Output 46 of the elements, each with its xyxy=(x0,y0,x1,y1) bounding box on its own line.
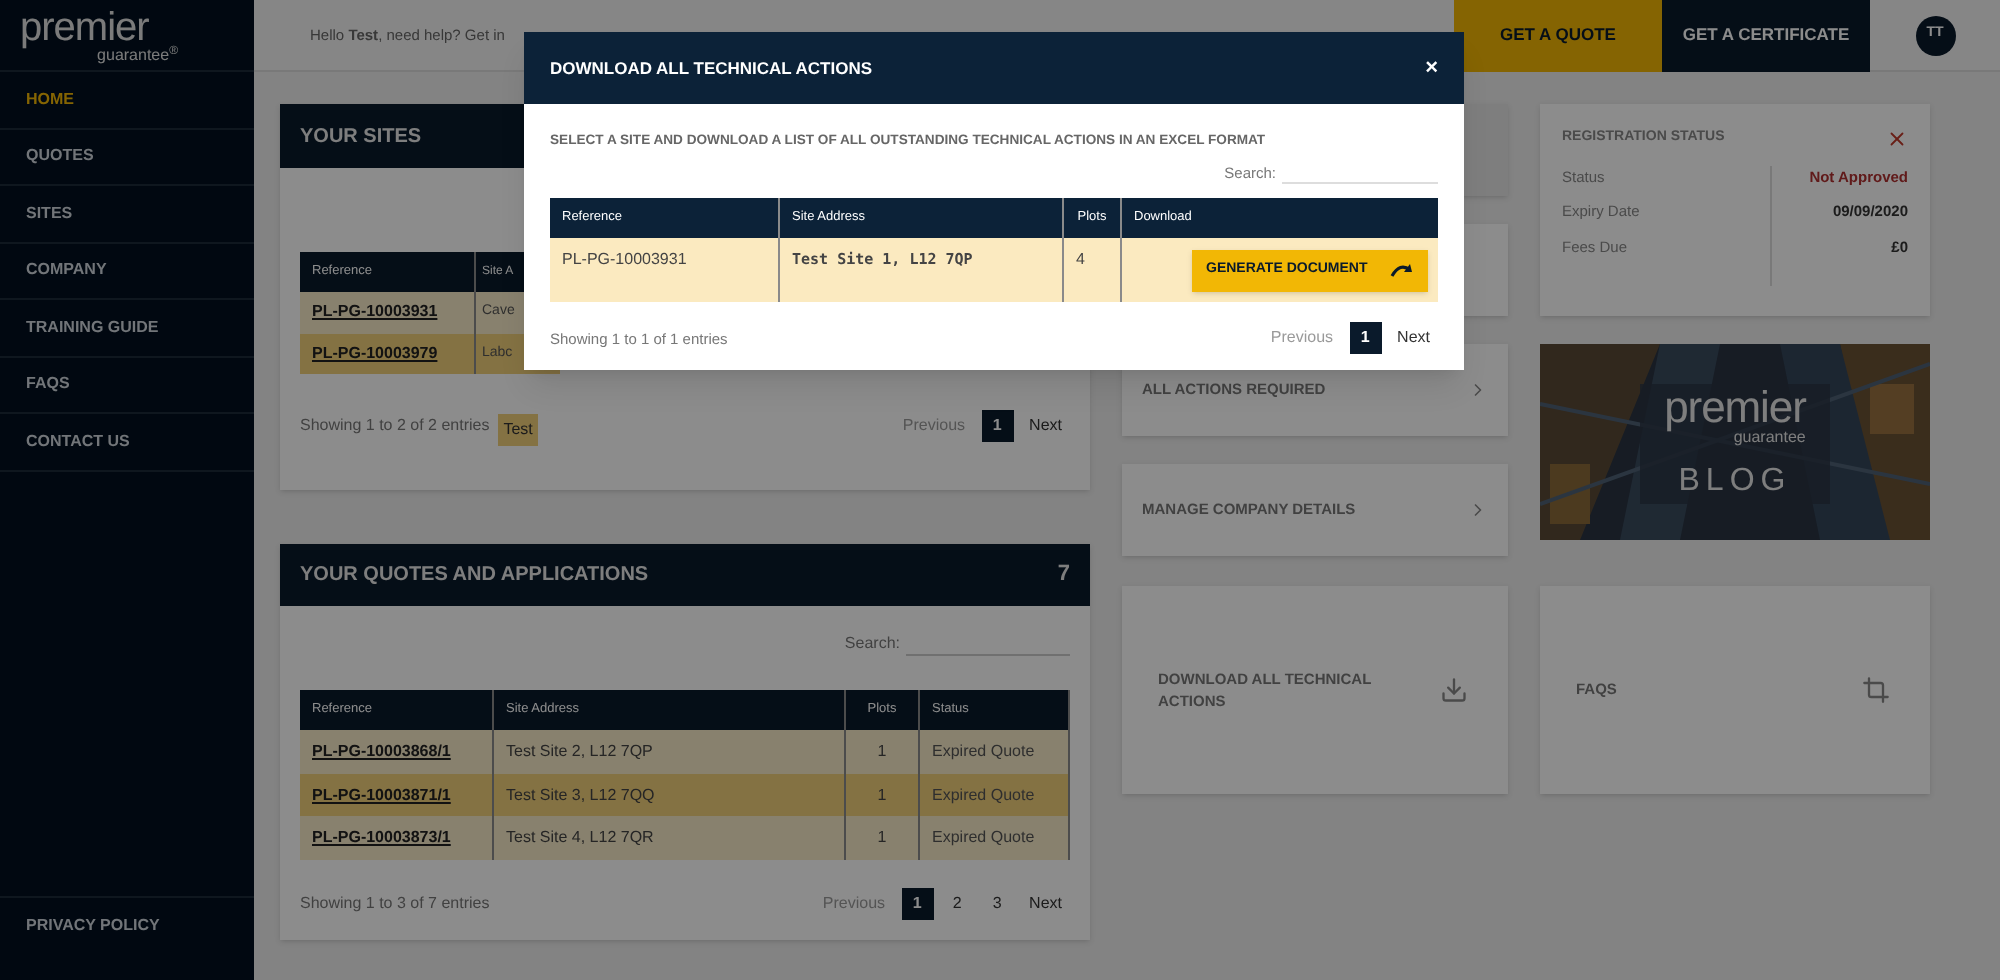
sidebar-item[interactable]: CONTACT US xyxy=(0,414,254,471)
card-title: YOUR SITES xyxy=(300,123,422,151)
header-button[interactable]: GET A QUOTE xyxy=(1454,0,1662,71)
entries-info: Showing 1 to 3 of 7 entries xyxy=(300,892,490,917)
sidebar-item[interactable]: PRIVACY POLICY xyxy=(0,896,254,952)
reference-link[interactable]: PL-PG-10003979 xyxy=(300,333,476,374)
curved-arrow-icon xyxy=(1390,262,1414,279)
page-link[interactable]: 1 xyxy=(981,410,1014,442)
table-cell: PL-PG-10003931 xyxy=(550,238,780,303)
sidebar-item[interactable]: FAQS xyxy=(0,357,254,414)
count-label: 7 xyxy=(1057,560,1070,591)
modal-title: DOWNLOAD ALL TECHNICAL ACTIONS xyxy=(550,55,873,81)
blog-banner[interactable]: premier guarantee BLOG xyxy=(1540,344,1930,540)
table-row[interactable]: PL-PG-10003868/1 Test Site 2, L12 7QP 1 Expired Quote xyxy=(300,730,1070,774)
blog-logo-subtext: guarantee xyxy=(1733,430,1806,446)
table-cell: 4 xyxy=(1064,238,1122,303)
entries-info: Showing 1 to 2 of 2 entries xyxy=(300,414,490,438)
header-button[interactable]: GET A CERTIFICATE xyxy=(1662,0,1870,71)
table-cell: 1 xyxy=(846,816,920,861)
page-link[interactable]: 2 xyxy=(941,888,974,921)
table-cell: Expired Quote xyxy=(920,816,1070,861)
crop-icon xyxy=(1862,676,1890,704)
previous-link[interactable]: Previous xyxy=(814,892,894,917)
page-link[interactable]: 1 xyxy=(901,888,934,921)
previous-link[interactable]: Previous xyxy=(894,414,974,438)
sidebar-item[interactable]: QUOTES xyxy=(0,129,254,186)
page-link[interactable]: 3 xyxy=(981,888,1014,921)
tag-label: Test xyxy=(497,414,539,446)
close-button[interactable]: × xyxy=(1425,51,1438,85)
card-title: YOUR QUOTES AND APPLICATIONS xyxy=(300,562,649,590)
reference-link[interactable]: PL-PG-10003873/1 xyxy=(300,816,494,861)
sidebar-item[interactable]: HOME xyxy=(0,72,254,129)
table-row[interactable]: PL-PG-10003873/1 Test Site 4, L12 7QR 1 Expired Quote xyxy=(300,816,1070,861)
blog-label: BLOG xyxy=(1678,466,1792,498)
sidebar-item[interactable]: TRAINING GUIDE xyxy=(0,300,254,357)
page-link[interactable]: 1 xyxy=(1349,322,1382,355)
next-link[interactable]: Next xyxy=(1021,892,1070,917)
close-icon[interactable] xyxy=(1886,128,1908,150)
download-icon xyxy=(1440,676,1468,704)
table-cell: Test Site 4, L12 7QR xyxy=(494,816,846,861)
search-label: Search: xyxy=(844,632,900,656)
next-link[interactable]: Next xyxy=(1021,414,1070,438)
table-row[interactable]: PL-PG-10003871/1 Test Site 3, L12 7QQ 1 Expired Quote xyxy=(300,773,1070,817)
sidebar-item[interactable]: COMPANY xyxy=(0,243,254,300)
blog-logo-text: premier xyxy=(1664,386,1806,430)
sidebar-item[interactable]: SITES xyxy=(0,186,254,243)
